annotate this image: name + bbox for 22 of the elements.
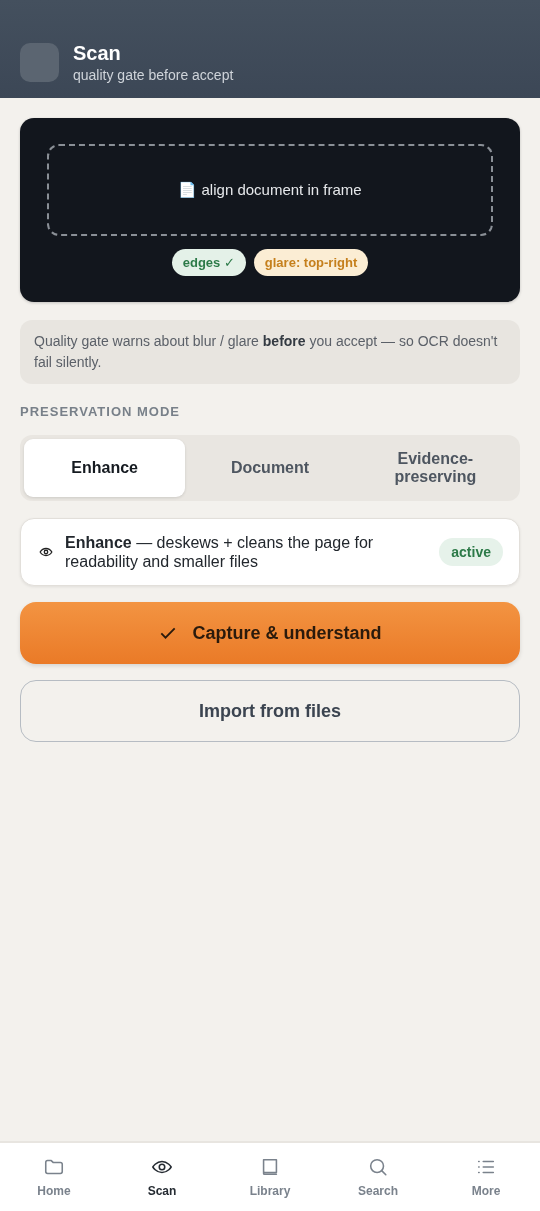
nav-tab[interactable]: Library: [216, 1143, 324, 1211]
status-badge: active: [439, 538, 503, 566]
eye-icon: [39, 545, 53, 559]
nav-tab[interactable]: Scan: [108, 1143, 216, 1211]
status-chip: glare: top-right: [253, 249, 369, 276]
mode-description: Enhance — deskews + cleans the page for readability and smaller files: [65, 533, 375, 571]
nav-tab[interactable]: Search: [324, 1143, 432, 1211]
info-note: Quality gate warns about blur / glare before you accept — so OCR doesn't fail silently.: [20, 320, 520, 384]
mode-tab[interactable]: Evidence-preserving: [354, 439, 516, 497]
mode-tab[interactable]: Enhance: [24, 439, 186, 497]
app-logo: [20, 42, 59, 82]
search-icon: [367, 1156, 389, 1178]
section-label: PRESERVATION MODE: [20, 404, 182, 419]
nav-tab[interactable]: More: [432, 1143, 540, 1211]
screen-title: Scan: [73, 41, 122, 65]
status-chip: edges ✓: [171, 249, 246, 276]
frame-hint: 📄 align document in frame: [178, 181, 362, 199]
screen-subtitle: quality gate before accept: [73, 66, 234, 83]
capture-button[interactable]: Capture & understand: [20, 602, 520, 664]
import-button[interactable]: Import from files: [20, 680, 520, 742]
mode-tab[interactable]: Document: [189, 439, 351, 497]
nav-tab[interactable]: Home: [0, 1143, 108, 1211]
